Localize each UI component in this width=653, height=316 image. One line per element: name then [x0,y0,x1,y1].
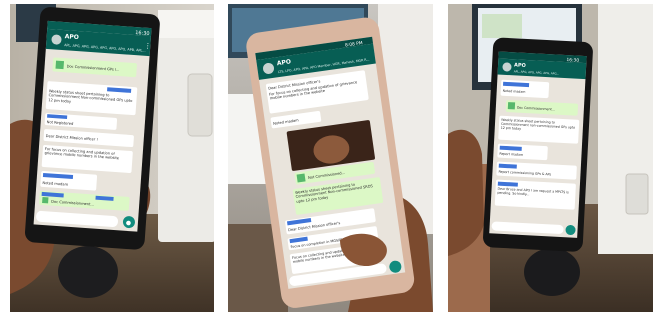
printer [598,4,653,254]
printer [158,10,214,242]
mic-icon: ● [126,219,132,226]
menu-icon[interactable]: ⋮ [144,42,152,50]
photo-left-scene: 16:30 APO APL, APG, APG, APG, APG, APG, … [10,4,214,312]
mouse [524,248,580,296]
message-text: Weekly status sheet pertaining to Commis… [500,117,576,131]
photo-left: 16:30 APO APL, APG, APG, APG, APG, APG, … [10,4,214,312]
document-icon [507,102,516,110]
photo-middle: 8:08 PM APO LTS, LPO, APO, APA, APO Memb… [228,4,433,312]
phone: 16:30 APO APL, APG, APG, APG, APG, APG..… [483,37,593,252]
mouse [58,246,118,298]
document-icon [42,196,49,204]
chat-title: APO [514,62,526,69]
photo-right: 16:30 APO APL, APG, APG, APG, APG, APG..… [448,4,653,312]
photo-middle-scene: 8:08 PM APO LTS, LPO, APO, APA, APO Memb… [228,4,433,312]
document-icon [296,173,306,183]
document-icon [55,60,65,70]
phone: 16:30 APO APL, APG, APG, APG, APG, APG, … [24,7,160,250]
chat-title: APO [64,33,79,41]
photo-right-scene: 16:30 APO APL, APG, APG, APG, APG, APG..… [448,4,653,312]
